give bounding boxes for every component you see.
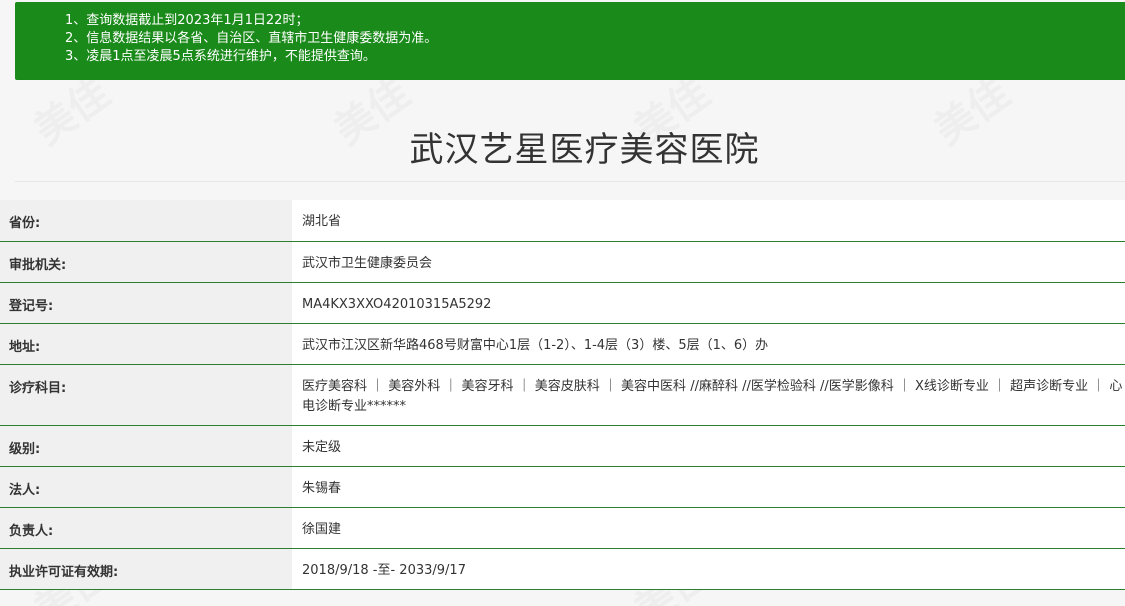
row-label: 级别:	[0, 426, 292, 466]
info-row-person-in-charge: 负责人: 徐国建	[0, 508, 1125, 549]
row-value: 湖北省	[292, 200, 1125, 241]
row-value: 武汉市江汉区新华路468号财富中心1层（1-2）、1-4层（3）楼、5层（1、6…	[292, 324, 1125, 364]
row-label: 诊疗科目:	[0, 365, 292, 425]
row-label: 地址:	[0, 324, 292, 364]
page: 美佳 美佳 美佳 美佳 美佳 美佳 美佳 美佳 美佳 美佳 1、查询数据截止到2…	[0, 0, 1125, 606]
row-label: 省份:	[0, 200, 292, 241]
row-value: 武汉市卫生健康委员会	[292, 242, 1125, 282]
hospital-title: 武汉艺星医疗美容医院	[409, 130, 760, 170]
notice-banner: 1、查询数据截止到2023年1月1日22时； 2、信息数据结果以各省、自治区、直…	[15, 2, 1125, 80]
row-value: 朱锡春	[292, 467, 1125, 507]
info-row-departments: 诊疗科目: 医疗美容科 ｜ 美容外科 ｜ 美容牙科 ｜ 美容皮肤科 ｜ 美容中医…	[0, 365, 1125, 426]
row-label: 法人:	[0, 467, 292, 507]
info-row-address: 地址: 武汉市江汉区新华路468号财富中心1层（1-2）、1-4层（3）楼、5层…	[0, 324, 1125, 365]
row-label: 负责人:	[0, 508, 292, 548]
row-label: 执业许可证有效期:	[0, 549, 292, 589]
info-row-legal-person: 法人: 朱锡春	[0, 467, 1125, 508]
row-label: 登记号:	[0, 283, 292, 323]
info-row-license-validity: 执业许可证有效期: 2018/9/18 -至- 2033/9/17	[0, 549, 1125, 590]
info-row-level: 级别: 未定级	[0, 426, 1125, 467]
row-value: 医疗美容科 ｜ 美容外科 ｜ 美容牙科 ｜ 美容皮肤科 ｜ 美容中医科 //麻醉…	[292, 365, 1125, 425]
row-value: 徐国建	[292, 508, 1125, 548]
row-value: 未定级	[292, 426, 1125, 466]
notice-line-2: 2、信息数据结果以各省、自治区、直辖市卫生健康委数据为准。	[65, 31, 438, 46]
info-row-approval-authority: 审批机关: 武汉市卫生健康委员会	[0, 242, 1125, 283]
notice-line-1: 1、查询数据截止到2023年1月1日22时；	[65, 13, 309, 28]
row-value: MA4KX3XXO42010315A5292	[292, 283, 1125, 323]
title-divider	[15, 181, 1125, 182]
row-value: 2018/9/18 -至- 2033/9/17	[292, 549, 1125, 589]
info-row-province: 省份: 湖北省	[0, 200, 1125, 242]
row-label: 审批机关:	[0, 242, 292, 282]
notice-line-3: 3、凌晨1点至凌晨5点系统进行维护，不能提供查询。	[65, 49, 376, 64]
info-row-registration-number: 登记号: MA4KX3XXO42010315A5292	[0, 283, 1125, 324]
info-table: 省份: 湖北省 审批机关: 武汉市卫生健康委员会 登记号: MA4KX3XXO4…	[0, 200, 1125, 590]
